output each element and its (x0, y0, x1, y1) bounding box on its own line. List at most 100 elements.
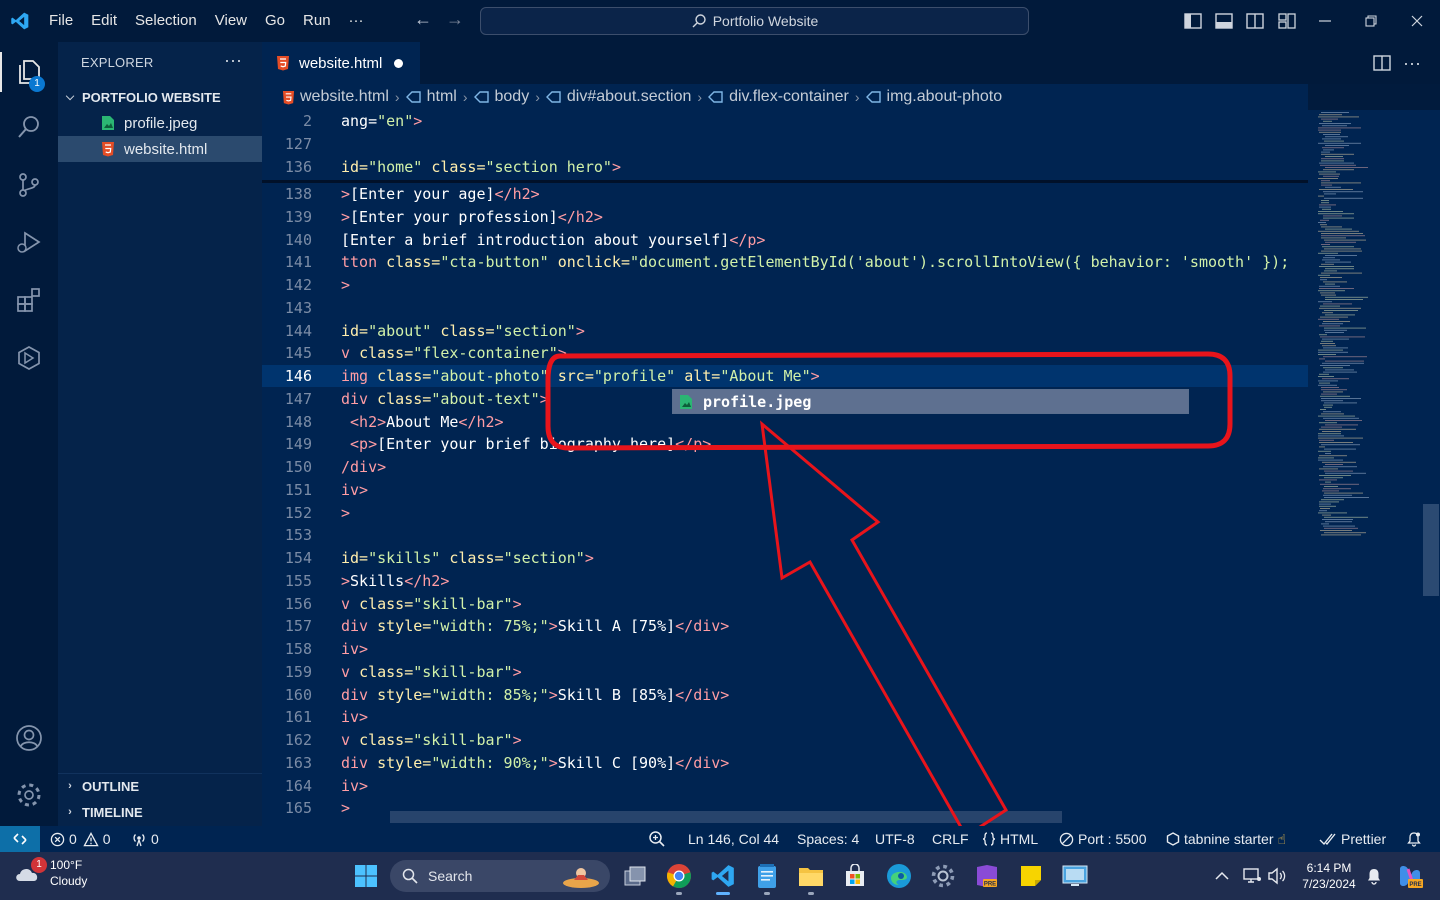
tabnine-status[interactable]: tabnine starter ☝ (1166, 826, 1286, 852)
menu-more[interactable]: ··· (340, 0, 373, 42)
minimap[interactable] (1308, 110, 1440, 826)
code-line[interactable]: 164 iv> (262, 775, 1308, 797)
code-line[interactable]: 143 (262, 297, 1308, 319)
suggestion-item[interactable]: profile.jpeg (673, 390, 1188, 413)
remote-desktop-icon[interactable] (1059, 860, 1091, 892)
code-line[interactable]: 162 v class="skill-bar"> (262, 729, 1308, 751)
code-line[interactable]: 163 div style="width: 90%;">Skill C [90%]… (262, 752, 1308, 774)
settings-gear-icon[interactable] (927, 860, 959, 892)
horizontal-scrollbar[interactable] (390, 811, 1062, 823)
sticky-notes-icon[interactable] (1015, 860, 1047, 892)
split-editor-icon[interactable] (1370, 52, 1394, 74)
remote-indicator-icon[interactable] (0, 826, 40, 852)
code-line[interactable]: 150/div> (262, 456, 1308, 478)
file-encoding[interactable]: UTF-8 (875, 826, 915, 852)
windows-start-icon[interactable] (350, 860, 382, 892)
indentation[interactable]: Spaces: 4 (797, 826, 859, 852)
menu-edit[interactable]: Edit (82, 0, 126, 42)
code-line[interactable]: 161 iv> (262, 706, 1308, 728)
end-of-line[interactable]: CRLF (932, 826, 969, 852)
restore-window-icon[interactable] (1348, 0, 1394, 42)
file-explorer-icon[interactable] (795, 860, 827, 895)
code-line[interactable]: 158 iv> (262, 638, 1308, 660)
folder-section-header[interactable]: ⌵ PORTFOLIO WEBSITE (58, 84, 262, 110)
problems-status[interactable]: 0 0 (50, 826, 111, 852)
edge-icon[interactable] (883, 860, 915, 892)
command-center-search[interactable]: Portfolio Website (480, 7, 1029, 35)
notification-bell-icon[interactable] (1358, 860, 1390, 892)
code-editor[interactable]: 2 ang="en"> 127 136 id="home" class="section… (262, 110, 1308, 826)
volume-icon[interactable] (1261, 860, 1293, 892)
live-server-port[interactable]: Port : 5500 (1059, 826, 1147, 852)
remote-explorer-icon[interactable] (0, 333, 58, 383)
menu-file[interactable]: File (40, 0, 82, 42)
breadcrumb-item[interactable]: div.flex-container (708, 88, 849, 106)
code-line[interactable]: 141 tton class="cta-button" onclick="docu… (262, 251, 1308, 273)
editor-more-actions-icon[interactable]: ··· (1400, 52, 1424, 74)
code-line[interactable]: 140 [Enter a brief introduction about you… (262, 229, 1308, 251)
file-item-website-html[interactable]: website.html (58, 136, 262, 162)
code-line[interactable]: 156 v class="skill-bar"> (262, 593, 1308, 615)
outline-section-header[interactable]: › OUTLINE (58, 773, 262, 799)
pre-app-icon[interactable]: PRE (971, 860, 1003, 892)
code-line[interactable]: 153 (262, 524, 1308, 546)
breadcrumb-item[interactable]: div#about.section (545, 88, 691, 106)
extensions-icon[interactable] (0, 275, 58, 325)
back-arrow-icon[interactable]: ← (408, 9, 438, 30)
code-line[interactable]: 139 >[Enter your profession]</h2> (262, 206, 1308, 228)
code-line[interactable]: 127 (262, 133, 1308, 155)
forward-arrow-icon[interactable]: → (440, 9, 470, 30)
prettier-status[interactable]: Prettier (1319, 826, 1386, 852)
tab-website-html[interactable]: website.html (262, 42, 420, 84)
source-control-icon[interactable] (0, 160, 58, 210)
close-window-icon[interactable] (1394, 0, 1440, 42)
sidebar-more-actions[interactable]: ··· (224, 50, 242, 71)
code-line[interactable]: 142 > (262, 274, 1308, 296)
microsoft-store-icon[interactable] (839, 860, 871, 892)
run-debug-icon[interactable] (0, 217, 58, 267)
code-line[interactable]: 154 id="skills" class="section"> (262, 547, 1308, 569)
notepad-icon[interactable] (751, 860, 783, 895)
code-line[interactable]: 149 <p>[Enter your brief biography here]… (262, 433, 1308, 455)
system-clock[interactable]: 6:14 PM 7/23/2024 (1290, 860, 1368, 892)
show-hidden-icons-chevron-icon[interactable] (1206, 860, 1238, 892)
timeline-section-header[interactable]: › TIMELINE (58, 799, 262, 825)
unsaved-dot-icon[interactable] (394, 58, 404, 68)
language-mode[interactable]: HTML (982, 826, 1038, 852)
code-line[interactable]: 2 ang="en"> (262, 110, 1308, 132)
search-icon[interactable] (0, 102, 58, 152)
code-line[interactable]: 144 id="about" class="section"> (262, 320, 1308, 342)
settings-gear-icon[interactable] (0, 770, 58, 820)
menu-selection[interactable]: Selection (126, 0, 206, 42)
code-line[interactable]: 155 >Skills</h2> (262, 570, 1308, 592)
code-line[interactable]: 146 img class="about-photo" src="profile"… (262, 365, 1308, 387)
breadcrumb-item[interactable]: img.about-photo (865, 88, 1002, 106)
menu-view[interactable]: View (206, 0, 256, 42)
code-line[interactable]: 160 div style="width: 85%;">Skill B [85%]… (262, 684, 1308, 706)
code-line[interactable]: 157 div style="width: 75%;">Skill A [75%]… (262, 615, 1308, 637)
ports-status[interactable]: 0 (131, 826, 159, 852)
explorer-icon[interactable]: 1 (0, 46, 58, 96)
code-line[interactable]: 138 >[Enter your age]</h2> (262, 183, 1308, 205)
accounts-icon[interactable] (0, 713, 58, 763)
code-line[interactable]: 151 iv> (262, 479, 1308, 501)
cursor-position[interactable]: Ln 146, Col 44 (688, 826, 779, 852)
vertical-scrollbar-thumb[interactable] (1423, 504, 1439, 596)
task-view-icon[interactable] (619, 860, 651, 892)
code-line[interactable]: 159 v class="skill-bar"> (262, 661, 1308, 683)
minimize-window-icon[interactable] (1302, 0, 1348, 42)
breadcrumb-item[interactable]: website.html (282, 88, 389, 106)
breadcrumb-item[interactable]: html (405, 88, 457, 106)
weather-widget[interactable]: 1 100°F Cloudy (12, 857, 87, 889)
chrome-icon[interactable] (663, 860, 695, 895)
code-line[interactable]: 145 v class="flex-container"> (262, 342, 1308, 364)
copilot-icon[interactable]: PRE (1394, 860, 1426, 892)
breadcrumb-item[interactable]: body (473, 88, 529, 106)
menu-run[interactable]: Run (294, 0, 340, 42)
vscode-taskbar-icon[interactable] (707, 860, 739, 895)
file-item-profile-jpeg[interactable]: profile.jpeg (58, 110, 262, 136)
code-line[interactable]: 136 id="home" class="section hero"> (262, 156, 1308, 178)
menu-go[interactable]: Go (256, 0, 294, 42)
zoom-icon[interactable] (648, 826, 670, 852)
notifications-bell-icon[interactable] (1406, 826, 1426, 852)
